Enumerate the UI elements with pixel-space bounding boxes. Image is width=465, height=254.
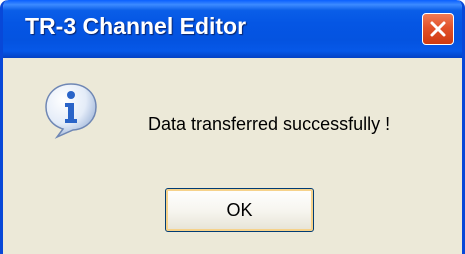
window-title: TR-3 Channel Editor (25, 13, 247, 39)
close-button[interactable] (422, 13, 454, 45)
message-dialog: TR-3 Channel Editor Data transferred suc… (0, 0, 465, 254)
ok-button-label: OK (226, 199, 253, 220)
information-icon (45, 83, 97, 139)
close-icon (430, 21, 446, 37)
message-text: Data transferred successfully ! (148, 114, 391, 134)
title-bar[interactable]: TR-3 Channel Editor (3, 0, 462, 58)
ok-button[interactable]: OK (165, 188, 314, 232)
